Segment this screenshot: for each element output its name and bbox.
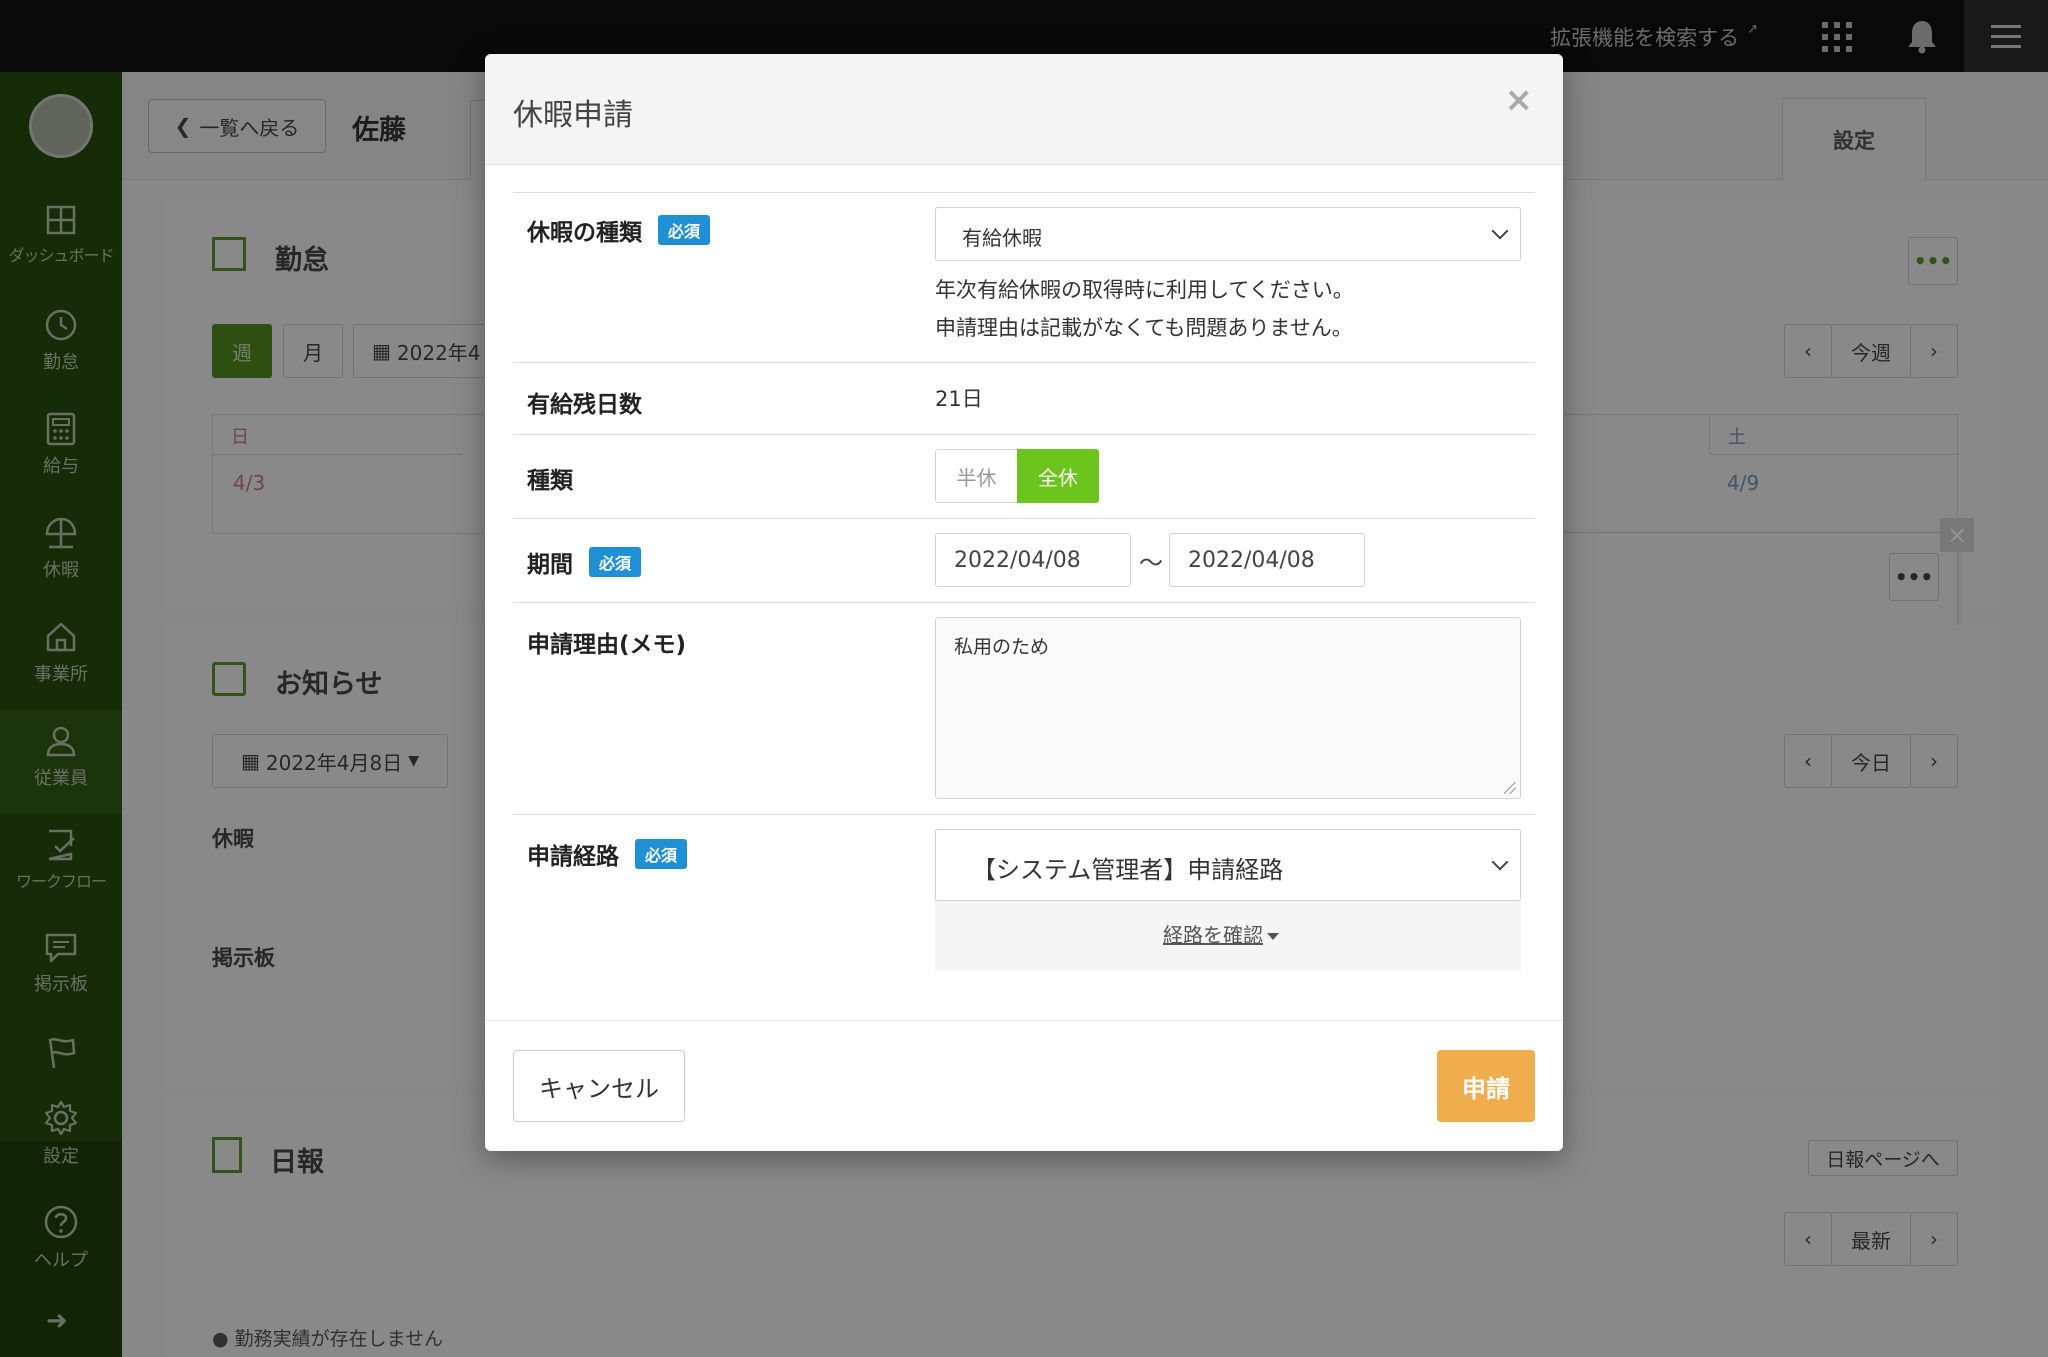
leave-type-help-line2: 申請理由は記載がなくても問題ありません。 bbox=[935, 316, 1353, 340]
required-badge: 必須 bbox=[589, 547, 642, 577]
period-separator: 〜 bbox=[1139, 549, 1163, 577]
resize-grip-icon[interactable] bbox=[1504, 782, 1516, 794]
remaining-days-value: 21日 bbox=[935, 387, 983, 411]
kind-full-option[interactable]: 全休 bbox=[1017, 449, 1099, 503]
period-end-input[interactable]: 2022/04/08 bbox=[1169, 533, 1365, 587]
period-row: 期間 必須 2022/04/08 〜 2022/04/08 bbox=[513, 518, 1535, 602]
reason-label: 申請理由(メモ) bbox=[527, 632, 687, 658]
reason-textarea[interactable]: 私用のため bbox=[935, 617, 1521, 799]
modal-title: 休暇申請 bbox=[513, 98, 633, 133]
confirm-route-link[interactable]: 経路を確認 bbox=[1163, 919, 1279, 948]
close-icon[interactable]: × bbox=[1505, 80, 1534, 120]
leave-type-select[interactable]: 有給休暇 bbox=[935, 207, 1521, 261]
leave-type-selected: 有給休暇 bbox=[962, 226, 1042, 250]
kind-label: 種類 bbox=[527, 468, 573, 494]
remaining-days-label: 有給残日数 bbox=[527, 392, 642, 418]
modal-footer: キャンセル 申請 bbox=[485, 1020, 1563, 1151]
remaining-days-row: 有給残日数 21日 bbox=[513, 362, 1535, 434]
required-badge: 必須 bbox=[658, 215, 711, 245]
leave-type-help: 年次有給休暇の取得時に利用してください。 申請理由は記載がなくても問題ありません… bbox=[935, 271, 1354, 347]
cancel-button[interactable]: キャンセル bbox=[513, 1050, 685, 1122]
route-selected: 【システム管理者】申請経路 bbox=[972, 856, 1284, 884]
leave-type-help-line1: 年次有給休暇の取得時に利用してください。 bbox=[935, 278, 1354, 302]
submit-button[interactable]: 申請 bbox=[1437, 1050, 1535, 1122]
reason-text: 私用のため bbox=[954, 636, 1050, 658]
period-label: 期間 必須 bbox=[527, 545, 642, 579]
chevron-down-icon bbox=[1491, 853, 1509, 871]
period-label-text: 期間 bbox=[527, 552, 573, 578]
reason-row: 申請理由(メモ) 私用のため bbox=[513, 602, 1535, 814]
confirm-route-label: 経路を確認 bbox=[1163, 923, 1263, 947]
caret-down-icon bbox=[1267, 933, 1279, 940]
route-select[interactable]: 【システム管理者】申請経路 bbox=[935, 829, 1521, 901]
route-row: 申請経路 必須 【システム管理者】申請経路 経路を確認 bbox=[513, 814, 1535, 984]
period-start-input[interactable]: 2022/04/08 bbox=[935, 533, 1131, 587]
leave-type-label-text: 休暇の種類 bbox=[527, 220, 642, 246]
leave-type-label: 休暇の種類 必須 bbox=[527, 213, 711, 247]
chevron-down-icon bbox=[1491, 222, 1509, 240]
required-badge: 必須 bbox=[635, 839, 688, 869]
kind-half-option[interactable]: 半休 bbox=[935, 449, 1017, 503]
leave-request-modal: 休暇申請 × 休暇の種類 必須 有給休暇 年次有給休暇の取得時に利用してください。… bbox=[485, 54, 1563, 1151]
kind-row: 種類 半休 全休 bbox=[513, 434, 1535, 518]
route-label-text: 申請経路 bbox=[527, 844, 619, 870]
modal-header: 休暇申請 × bbox=[485, 54, 1563, 165]
route-label: 申請経路 必須 bbox=[527, 837, 688, 871]
leave-type-row: 休暇の種類 必須 有給休暇 年次有給休暇の取得時に利用してください。 申請理由は記… bbox=[513, 192, 1535, 362]
